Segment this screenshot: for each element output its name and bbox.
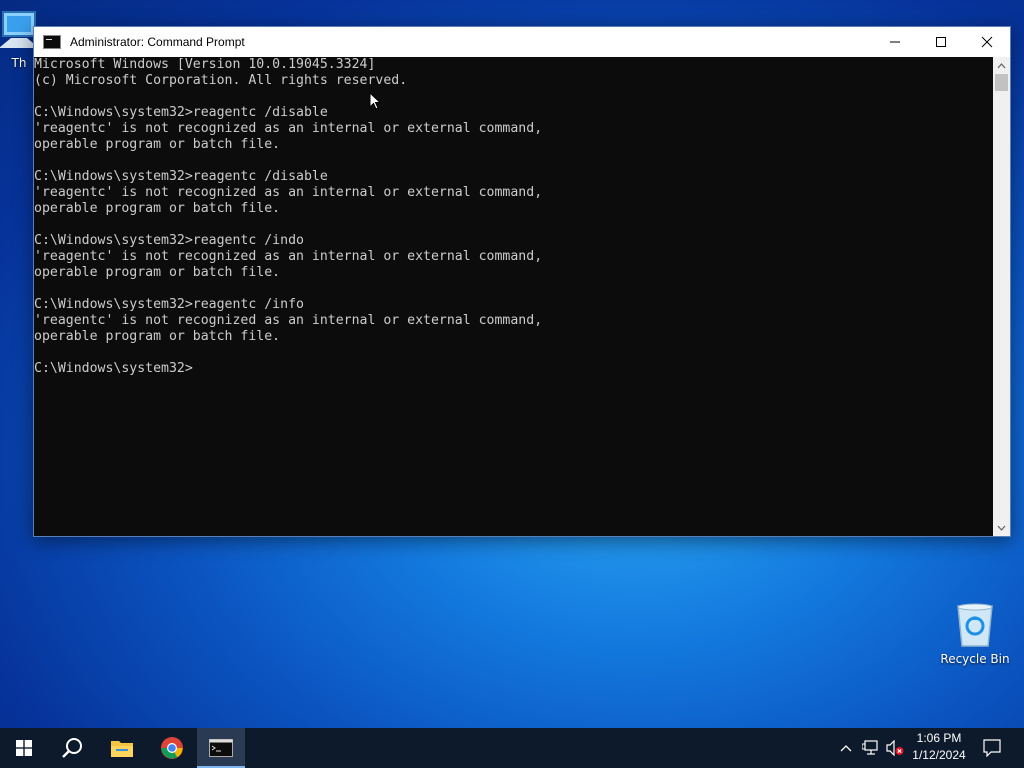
mouse-pointer-icon: [369, 92, 381, 110]
network-icon: [862, 740, 878, 755]
search-button[interactable]: [48, 728, 96, 768]
console-line: operable program or batch file.: [34, 137, 281, 152]
close-icon: [981, 36, 993, 48]
close-button[interactable]: [964, 27, 1010, 57]
console-line: C:\Windows\system32>reagentc /disable: [34, 169, 328, 184]
command-prompt-taskbar-button[interactable]: [197, 728, 245, 768]
maximize-icon: [936, 37, 946, 47]
console-line: operable program or batch file.: [34, 265, 281, 280]
chevron-up-icon: [997, 62, 1006, 68]
desktop-icon-recycle-bin[interactable]: Recycle Bin: [940, 602, 1010, 666]
console-line: C:\Windows\system32>reagentc /disable: [34, 105, 328, 120]
console-prompt-line[interactable]: C:\Windows\system32>: [34, 361, 993, 377]
chrome-button[interactable]: [148, 728, 196, 768]
console-line: operable program or batch file.: [34, 201, 281, 216]
window-title: Administrator: Command Prompt: [70, 35, 245, 49]
taskbar-clock[interactable]: 1:06 PM 1/12/2024: [906, 730, 972, 764]
console-line: (c) Microsoft Corporation. All rights re…: [34, 73, 408, 88]
console-line: C:\Windows\system32>reagentc /info: [34, 297, 304, 312]
maximize-button[interactable]: [918, 27, 964, 57]
windows-start-icon: [16, 740, 32, 756]
taskbar: 1:06 PM 1/12/2024: [0, 728, 1024, 768]
console-line: 'reagentc' is not recognized as an inter…: [34, 313, 543, 328]
console-line: 'reagentc' is not recognized as an inter…: [34, 121, 543, 136]
show-hidden-icons-button[interactable]: [836, 728, 856, 768]
chevron-up-icon: [840, 745, 852, 752]
title-bar[interactable]: Administrator: Command Prompt: [34, 27, 1010, 57]
chevron-down-icon: [997, 525, 1006, 531]
scroll-up-button[interactable]: [993, 57, 1010, 74]
chrome-icon: [161, 737, 183, 759]
vertical-scrollbar[interactable]: [993, 57, 1010, 536]
clock-date: 1/12/2024: [912, 748, 966, 762]
recycle-bin-icon: [957, 603, 993, 647]
desktop-icon-label: Th: [11, 56, 27, 70]
desktop-icon-label: Recycle Bin: [940, 652, 1010, 666]
console-line: C:\Windows\system32>reagentc /indo: [34, 233, 304, 248]
minimize-icon: [890, 41, 900, 43]
console-output[interactable]: Microsoft Windows [Version 10.0.19045.33…: [34, 57, 993, 536]
console-line: 'reagentc' is not recognized as an inter…: [34, 249, 543, 264]
scroll-down-button[interactable]: [993, 519, 1010, 536]
search-icon: [62, 738, 82, 758]
minimize-button[interactable]: [872, 27, 918, 57]
notifications-icon: [983, 739, 1001, 757]
start-button[interactable]: [0, 728, 48, 768]
file-explorer-icon: [111, 741, 133, 757]
file-explorer-button[interactable]: [98, 728, 146, 768]
console-line: 'reagentc' is not recognized as an inter…: [34, 185, 543, 200]
volume-muted-icon: [886, 740, 904, 756]
command-prompt-window[interactable]: Administrator: Command Prompt Microsoft …: [33, 26, 1011, 537]
console-line: Microsoft Windows [Version 10.0.19045.33…: [34, 57, 376, 72]
notifications-button[interactable]: [978, 728, 1006, 768]
console-line: operable program or batch file.: [34, 329, 281, 344]
command-prompt-icon: [209, 739, 233, 757]
command-prompt-icon: [43, 35, 61, 49]
scrollbar-thumb[interactable]: [995, 74, 1008, 91]
clock-time: 1:06 PM: [916, 731, 962, 745]
volume-button[interactable]: [884, 728, 906, 768]
network-button[interactable]: [860, 728, 882, 768]
